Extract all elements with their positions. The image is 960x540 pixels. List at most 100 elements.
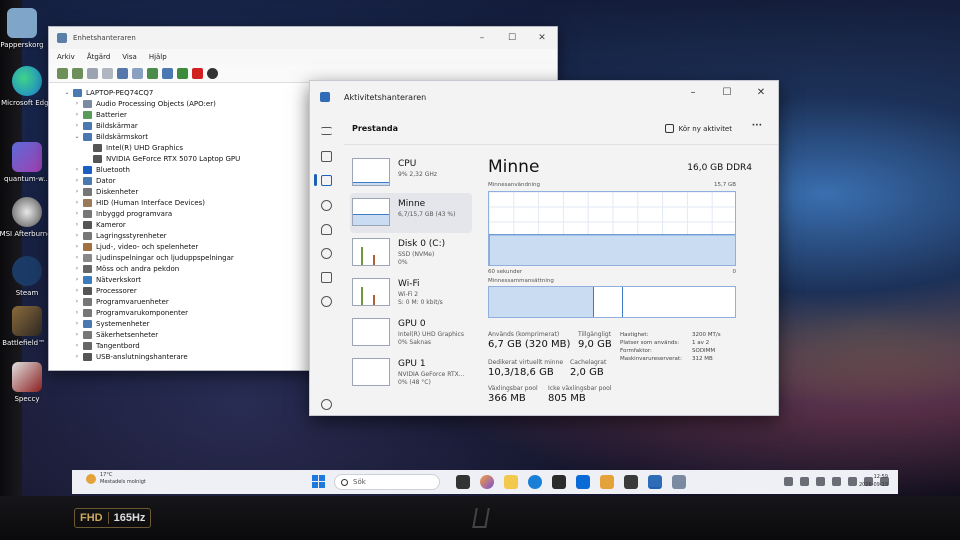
device-tree-label: Bildskärmskort <box>96 132 148 141</box>
chevron-right-icon[interactable]: › <box>73 177 81 184</box>
badge-fhd: FHD <box>80 512 103 524</box>
resource-item-gpu1[interactable]: GPU 1 NVIDIA GeForce RTX... 0% (48 °C) <box>350 353 472 393</box>
chevron-right-icon[interactable]: › <box>73 166 81 173</box>
device-tree-label: Lagringsstyrenheter <box>96 231 167 240</box>
battlefield-icon <box>12 306 42 336</box>
menu-file[interactable]: Arkiv <box>57 53 75 61</box>
task-manager-titlebar[interactable]: Aktivitetshanteraren – ☐ ✕ <box>310 81 778 113</box>
computer-icon[interactable] <box>162 68 173 79</box>
chevron-right-icon[interactable]: › <box>73 265 81 272</box>
wifi-icon[interactable] <box>848 477 857 486</box>
nav-active-indicator <box>314 174 317 186</box>
uninstall-device-icon[interactable] <box>192 68 203 79</box>
minimize-icon[interactable]: – <box>467 27 497 49</box>
resource-item-wifi[interactable]: Wi-Fi Wi-Fi 2 S: 0 M: 0 kbit/s <box>350 273 472 313</box>
users-icon[interactable] <box>321 248 332 259</box>
help-icon[interactable] <box>117 68 128 79</box>
chevron-right-icon[interactable]: › <box>73 276 81 283</box>
run-task-icon <box>664 124 674 133</box>
chevron-right-icon[interactable]: › <box>73 287 81 294</box>
clock[interactable]: 12:59 2026-09-13 <box>859 473 888 489</box>
startup-apps-icon[interactable] <box>321 224 332 235</box>
stat-in-use-value: 6,7 GB (320 MB) <box>488 339 571 350</box>
chevron-right-icon[interactable]: › <box>73 221 81 228</box>
menu-view[interactable]: Visa <box>122 53 137 61</box>
maximize-icon[interactable]: ☐ <box>497 27 527 49</box>
app-icon-orange[interactable] <box>600 475 614 489</box>
forward-icon[interactable] <box>72 68 83 79</box>
chevron-right-icon[interactable]: › <box>73 298 81 305</box>
resource-name: CPU <box>398 159 417 169</box>
device-tree-label: NVIDIA GeForce RTX 5070 Laptop GPU <box>106 154 241 163</box>
menu-help[interactable]: Hjälp <box>149 53 167 61</box>
store-icon[interactable] <box>552 475 566 489</box>
search-icon <box>341 478 348 486</box>
chevron-right-icon[interactable]: › <box>73 111 81 118</box>
resource-item-cpu[interactable]: CPU 9% 2,32 GHz <box>350 153 472 193</box>
widgets-icon[interactable] <box>456 475 470 489</box>
hamburger-menu-icon[interactable] <box>321 127 332 135</box>
services-icon[interactable] <box>321 296 332 307</box>
chevron-down-icon[interactable]: ⌄ <box>63 89 71 96</box>
more-options-button[interactable]: ··· <box>752 121 762 131</box>
device-category-icon <box>93 143 102 152</box>
clock-time: 12:59 <box>873 474 888 480</box>
scan-hardware-icon[interactable] <box>147 68 158 79</box>
minimize-icon[interactable]: – <box>676 81 710 103</box>
close-icon[interactable]: ✕ <box>527 27 557 49</box>
chevron-right-icon[interactable]: › <box>73 243 81 250</box>
thumbnail-spike <box>373 254 375 265</box>
chevron-right-icon[interactable]: › <box>73 353 81 360</box>
tray-chevron-icon[interactable] <box>784 477 793 486</box>
task-manager-window[interactable]: Aktivitetshanteraren – ☐ ✕ Prestanda Kör… <box>309 80 779 416</box>
resource-item-gpu0[interactable]: GPU 0 Intel(R) UHD Graphics 0% Saknas <box>350 313 472 353</box>
device-manager-taskbar-icon[interactable] <box>672 475 686 489</box>
tray-cloud-icon[interactable] <box>800 477 809 486</box>
dropbox-icon[interactable] <box>576 475 590 489</box>
menu-action[interactable]: Åtgärd <box>87 53 110 61</box>
chevron-right-icon[interactable]: › <box>73 320 81 327</box>
chevron-right-icon[interactable]: › <box>73 188 81 195</box>
app-icon-dark[interactable] <box>624 475 638 489</box>
app-history-icon[interactable] <box>321 200 332 211</box>
tray-app-icon[interactable] <box>816 477 825 486</box>
copilot-icon[interactable] <box>480 475 494 489</box>
resource-thumbnail-graph <box>352 238 390 266</box>
task-manager-taskbar-icon[interactable] <box>648 475 662 489</box>
performance-icon[interactable] <box>321 175 332 186</box>
chevron-down-icon[interactable]: ⌄ <box>73 133 81 140</box>
chevron-right-icon[interactable]: › <box>73 342 81 349</box>
start-button[interactable] <box>312 475 325 488</box>
composition-in-use <box>489 287 594 317</box>
chevron-right-icon[interactable]: › <box>73 331 81 338</box>
maximize-icon[interactable]: ☐ <box>710 81 744 103</box>
tray-network-icon[interactable] <box>832 477 841 486</box>
resource-item-disk[interactable]: Disk 0 (C:) SSD (NVMe) 0% <box>350 233 472 273</box>
enable-device-icon[interactable] <box>207 68 218 79</box>
details-icon[interactable] <box>321 272 332 283</box>
chevron-right-icon[interactable]: › <box>73 232 81 239</box>
weather-widget[interactable]: 17°C Mestadels molnigt <box>86 472 146 486</box>
device-category-icon <box>73 88 82 97</box>
properties-icon[interactable] <box>102 68 113 79</box>
device-tree-label: Programvaruenheter <box>96 297 169 306</box>
chevron-right-icon[interactable]: › <box>73 210 81 217</box>
chevron-right-icon[interactable]: › <box>73 254 81 261</box>
run-new-task-button[interactable]: Kör ny aktivitet <box>664 124 732 133</box>
list-view-icon[interactable] <box>132 68 143 79</box>
settings-gear-icon[interactable] <box>321 399 332 410</box>
taskbar-search[interactable]: Sök <box>334 474 440 490</box>
chevron-right-icon[interactable]: › <box>73 122 81 129</box>
run-new-task-label: Kör ny aktivitet <box>678 124 732 133</box>
back-icon[interactable] <box>57 68 68 79</box>
update-driver-icon[interactable] <box>177 68 188 79</box>
resource-item-memory[interactable]: Minne 6,7/15,7 GB (43 %) <box>350 193 472 233</box>
edge-taskbar-icon[interactable] <box>528 475 542 489</box>
chevron-right-icon[interactable]: › <box>73 199 81 206</box>
file-explorer-icon[interactable] <box>504 475 518 489</box>
close-icon[interactable]: ✕ <box>744 81 778 103</box>
chevron-right-icon[interactable]: › <box>73 100 81 107</box>
show-hide-tree-icon[interactable] <box>87 68 98 79</box>
chevron-right-icon[interactable]: › <box>73 309 81 316</box>
processes-icon[interactable] <box>321 151 332 162</box>
